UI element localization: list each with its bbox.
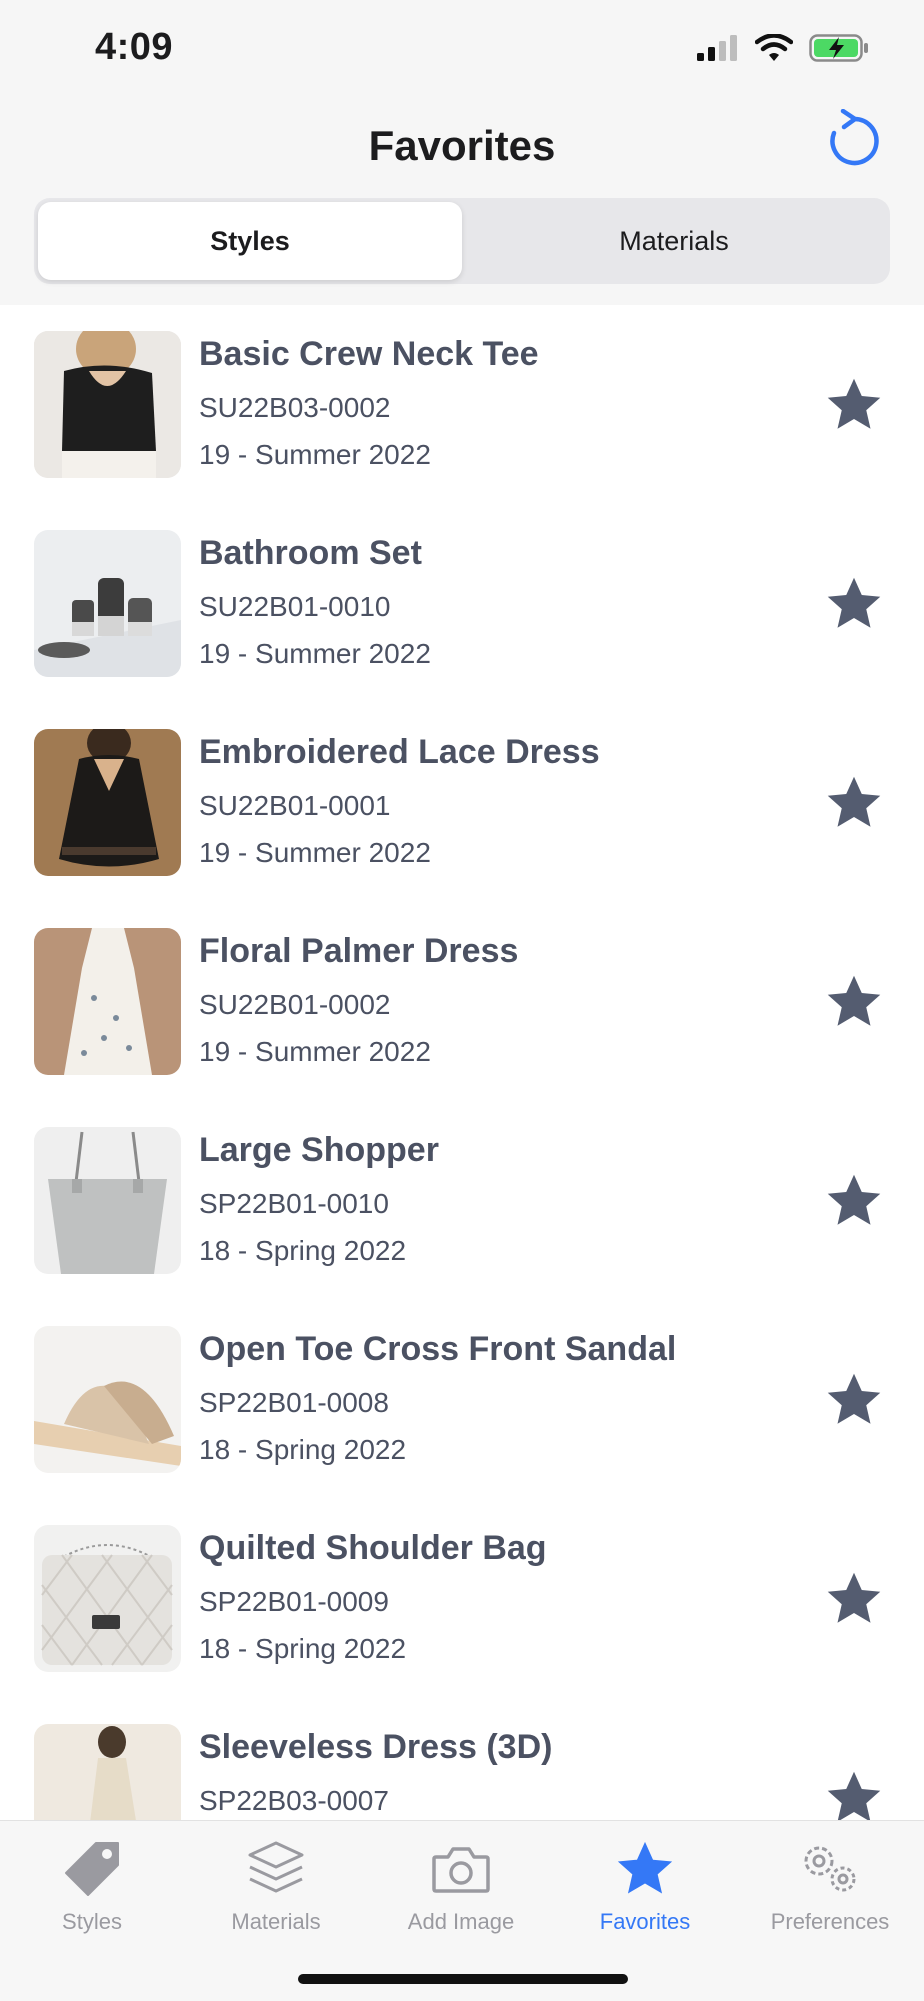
- item-thumbnail: [34, 729, 181, 876]
- wifi-icon: [755, 34, 793, 61]
- item-title: Floral Palmer Dress: [199, 932, 519, 970]
- item-season: 19 - Summer 2022: [199, 1036, 431, 1067]
- item-thumbnail: [34, 1525, 181, 1672]
- item-thumbnail: [34, 331, 181, 478]
- tab-materials[interactable]: Materials: [191, 1833, 361, 1953]
- quilted-bag-image-icon: [34, 1525, 181, 1672]
- item-code: SP22B01-0010: [199, 1188, 389, 1219]
- item-title: Embroidered Lace Dress: [199, 733, 600, 771]
- item-season: 19 - Summer 2022: [199, 638, 431, 669]
- battery-charging-icon: [809, 34, 868, 62]
- segment-materials[interactable]: Materials: [462, 202, 886, 280]
- cellular-signal-icon: [697, 35, 737, 61]
- tab-favorites[interactable]: Favorites: [560, 1833, 730, 1953]
- status-bar: 4:09: [0, 0, 924, 100]
- item-season: 18 - Spring 2022: [199, 1434, 407, 1465]
- item-code: SP22B03-0007: [199, 1785, 389, 1816]
- item-thumbnail: [34, 1724, 181, 1820]
- star-icon[interactable]: [824, 773, 884, 833]
- refresh-button[interactable]: [824, 109, 884, 170]
- layers-icon: [248, 1841, 304, 1893]
- star-icon[interactable]: [824, 375, 884, 435]
- item-thumbnail: [34, 1127, 181, 1274]
- item-season: 19 - Summer 2022: [199, 837, 431, 868]
- gears-icon: [804, 1846, 856, 1892]
- item-code: SU22B03-0002: [199, 392, 391, 423]
- segmented-control: Styles Materials: [34, 198, 890, 284]
- item-thumbnail: [34, 928, 181, 1075]
- sandal-image-icon: [34, 1326, 181, 1473]
- list-item[interactable]: Basic Crew Neck Tee SU22B03-0002 19 - Su…: [0, 305, 924, 504]
- star-icon[interactable]: [824, 972, 884, 1032]
- star-icon: [617, 1841, 673, 1894]
- item-code: SU22B01-0001: [199, 790, 391, 821]
- star-icon[interactable]: [824, 1171, 884, 1231]
- item-season: 18 - Spring 2022: [199, 1633, 407, 1664]
- tee-image-icon: [34, 331, 181, 478]
- list-item[interactable]: Quilted Shoulder Bag SP22B01-0009 18 - S…: [0, 1499, 924, 1698]
- lace-dress-image-icon: [34, 729, 181, 876]
- nav-bar: Favorites Styles Materials: [0, 100, 924, 305]
- tab-styles[interactable]: Styles: [7, 1833, 177, 1953]
- tab-label: Favorites: [599, 1909, 691, 1934]
- segment-styles[interactable]: Styles: [38, 202, 462, 280]
- item-title: Open Toe Cross Front Sandal: [199, 1330, 677, 1368]
- page-title: Favorites: [368, 122, 556, 169]
- refresh-icon: [830, 109, 879, 166]
- sleeveless-dress-image-icon: [34, 1724, 181, 1820]
- star-icon[interactable]: [824, 1768, 884, 1820]
- item-season: 18 - Spring 2022: [199, 1235, 407, 1266]
- item-title: Sleeveless Dress (3D): [199, 1728, 553, 1766]
- star-icon[interactable]: [824, 1370, 884, 1430]
- tag-icon: [65, 1842, 119, 1896]
- tab-label: Styles: [62, 1909, 122, 1934]
- item-title: Bathroom Set: [199, 534, 422, 572]
- list-item[interactable]: Sleeveless Dress (3D) SP22B03-0007: [0, 1698, 924, 1820]
- tab-add-image[interactable]: Add Image: [376, 1833, 546, 1953]
- tab-label: Materials: [231, 1909, 321, 1934]
- shopper-bag-image-icon: [34, 1127, 181, 1274]
- list-item[interactable]: Open Toe Cross Front Sandal SP22B01-0008…: [0, 1300, 924, 1499]
- item-season: 19 - Summer 2022: [199, 439, 431, 470]
- star-icon[interactable]: [824, 574, 884, 634]
- item-code: SP22B01-0008: [199, 1387, 389, 1418]
- camera-icon: [432, 1847, 490, 1893]
- item-thumbnail: [34, 1326, 181, 1473]
- item-title: Basic Crew Neck Tee: [199, 335, 539, 373]
- floral-dress-image-icon: [34, 928, 181, 1075]
- item-code: SP22B01-0009: [199, 1586, 389, 1617]
- star-icon[interactable]: [824, 1569, 884, 1629]
- home-indicator[interactable]: [298, 1974, 628, 1984]
- bathroom-set-image-icon: [34, 530, 181, 677]
- list-item[interactable]: Large Shopper SP22B01-0010 18 - Spring 2…: [0, 1101, 924, 1300]
- status-icons: [697, 34, 869, 62]
- item-title: Quilted Shoulder Bag: [199, 1529, 547, 1567]
- item-code: SU22B01-0002: [199, 989, 391, 1020]
- favorites-list: Basic Crew Neck Tee SU22B03-0002 19 - Su…: [0, 305, 924, 1820]
- item-thumbnail: [34, 530, 181, 677]
- list-item[interactable]: Bathroom Set SU22B01-0010 19 - Summer 20…: [0, 504, 924, 703]
- item-code: SU22B01-0010: [199, 591, 391, 622]
- item-title: Large Shopper: [199, 1131, 439, 1169]
- tab-label: Preferences: [770, 1909, 890, 1934]
- tab-preferences[interactable]: Preferences: [745, 1833, 915, 1953]
- tab-label: Add Image: [407, 1909, 515, 1934]
- list-item[interactable]: Floral Palmer Dress SU22B01-0002 19 - Su…: [0, 902, 924, 1101]
- list-item[interactable]: Embroidered Lace Dress SU22B01-0001 19 -…: [0, 703, 924, 902]
- status-time: 4:09: [95, 26, 174, 68]
